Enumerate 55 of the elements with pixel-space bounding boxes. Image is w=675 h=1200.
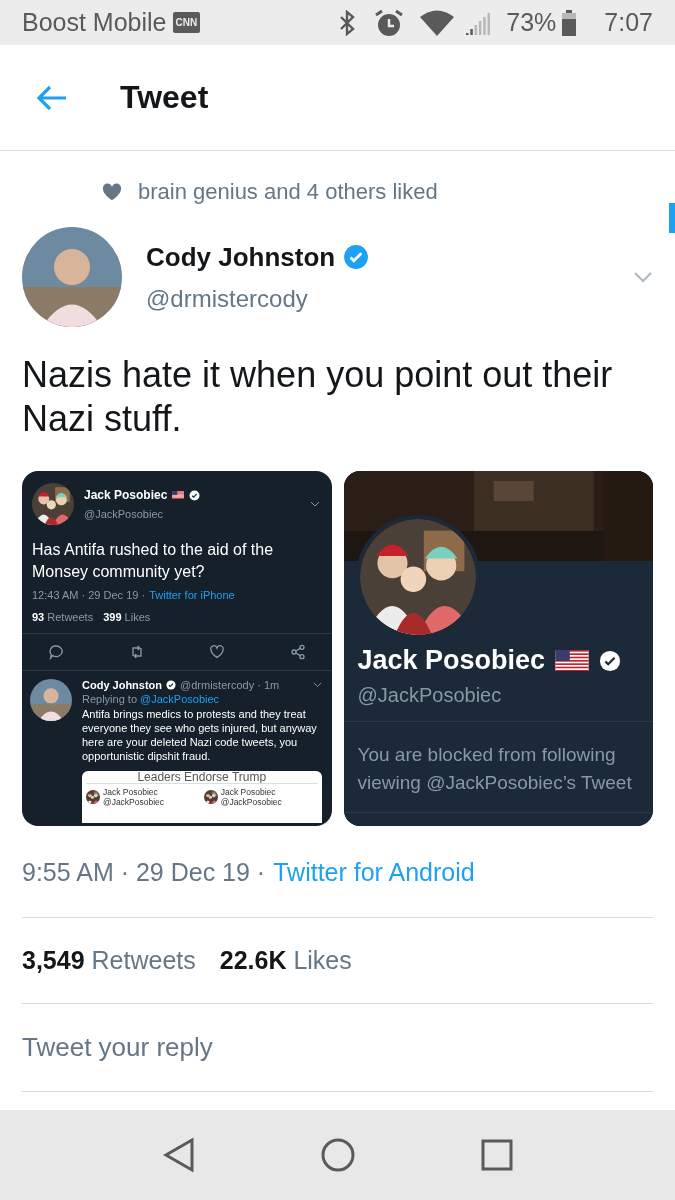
recents-square-icon[interactable]: [480, 1139, 513, 1171]
flag-icon: [172, 491, 185, 499]
mini-handle: @JackPosobiec: [220, 797, 282, 807]
wifi-icon: [420, 9, 455, 36]
stat-count: 93 Retweets: [32, 611, 94, 623]
alarm-icon: [374, 8, 405, 37]
share-icon[interactable]: [289, 644, 306, 660]
reply-text: Antifa brings medics to protests and they treat everyone they see who gets injured, but anyway here are your deleted Nazi code tweets, you opportunistic dipshit fraud.: [82, 707, 318, 763]
carrier-name: Boost Mobile: [22, 8, 167, 37]
tweet-text: Nazis hate it when you point out their Nazi stuff.: [22, 353, 614, 441]
battery-icon: [562, 9, 577, 36]
user-name: Cody Johnston: [82, 679, 163, 691]
home-circle-icon[interactable]: [320, 1137, 357, 1173]
verified-badge-icon: [599, 649, 622, 672]
chevron-down-icon[interactable]: [312, 682, 322, 688]
user-handle: @drmistercody · 1m: [180, 679, 280, 691]
source-link[interactable]: Twitter for iPhone: [149, 589, 235, 601]
user-name: Cody Johnston: [146, 241, 336, 273]
heart-icon: [102, 183, 122, 201]
blocked-notice: viewing @JackPosobiec’s Tweet: [357, 771, 633, 795]
tweet-text: Has Antifa rushed to the aid of the Monsey community yet?: [32, 540, 275, 582]
stat-count: 399 Likes: [103, 611, 151, 623]
stat-count[interactable]: 3,549 Retweets: [22, 946, 196, 975]
verified-badge-icon: [189, 489, 201, 501]
mini-name: Jack Posobiec: [220, 787, 277, 797]
user-name: Jack Posobiec: [357, 645, 546, 676]
back-triangle-icon[interactable]: [162, 1137, 197, 1173]
verified-badge-icon: [343, 244, 370, 270]
signal-icon: [466, 10, 493, 35]
headline: Leaders Endorse Trump: [137, 771, 267, 783]
bluetooth-icon: [338, 9, 357, 36]
notification-badge: CNN: [172, 12, 201, 33]
page-title: Tweet: [120, 79, 209, 116]
timestamp: 12:43 AM · 29 Dec 19 ·: [32, 589, 146, 601]
user-handle: @JackPosobiec: [357, 684, 503, 707]
user-handle: @JackPosobiec: [84, 508, 165, 520]
battery-percent: 73%: [506, 8, 557, 37]
replying-to-label: Replying to: [82, 693, 138, 705]
timestamp: 9:55 AM · 29 Dec 19 ·: [22, 858, 266, 887]
mini-name: Jack Posobiec: [103, 787, 159, 797]
chevron-down-icon[interactable]: [309, 501, 320, 507]
mini-handle: @JackPosobiec: [103, 797, 165, 807]
flag-icon: [555, 649, 590, 672]
blocked-notice: You are blocked from following: [357, 743, 617, 767]
back-arrow-icon[interactable]: [36, 83, 68, 112]
reply-icon[interactable]: [48, 644, 64, 660]
user-handle: @drmistercody: [146, 284, 309, 313]
mention-link[interactable]: @JackPosobiec: [140, 693, 220, 705]
user-name: Jack Posobiec: [84, 488, 168, 502]
heart-icon[interactable]: [209, 644, 225, 660]
stat-count[interactable]: 22.6K Likes: [219, 946, 352, 975]
verified-badge-icon: [166, 680, 177, 690]
liked-by-text: brain genius and 4 others liked: [138, 179, 438, 205]
clock: 7:07: [604, 8, 653, 37]
scroll-indicator: [669, 203, 675, 233]
